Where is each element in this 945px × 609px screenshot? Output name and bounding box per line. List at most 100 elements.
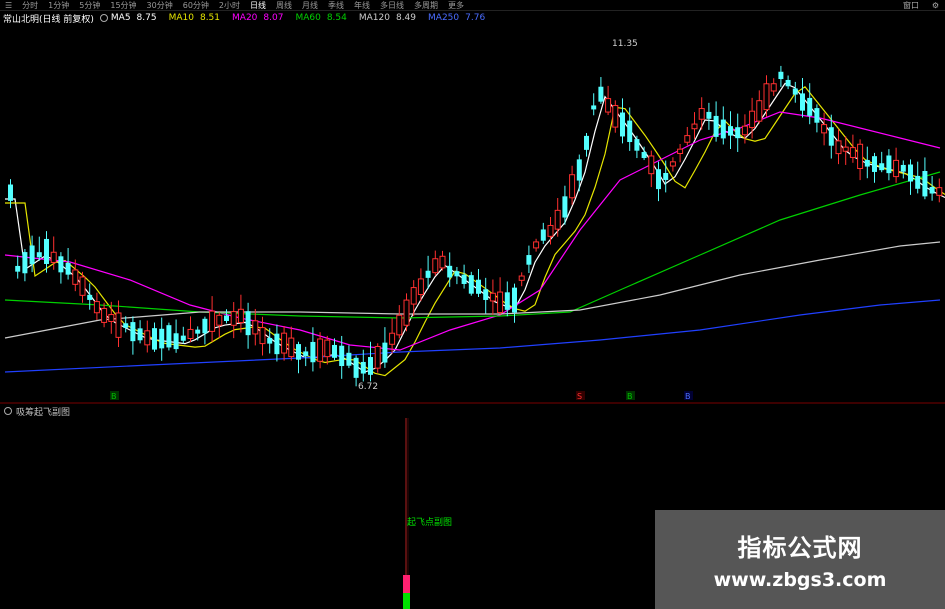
candlestick bbox=[159, 317, 165, 361]
candlestick bbox=[526, 245, 532, 274]
candlestick bbox=[893, 147, 900, 183]
candlestick bbox=[792, 81, 798, 103]
candlestick bbox=[130, 316, 136, 355]
svg-text:B: B bbox=[111, 392, 117, 401]
high-price-label: 11.35 bbox=[612, 39, 638, 49]
candlestick bbox=[454, 266, 460, 285]
candlestick bbox=[814, 104, 820, 133]
candlestick bbox=[230, 302, 237, 339]
candlestick bbox=[87, 283, 93, 310]
candlestick bbox=[389, 318, 396, 354]
candlestick bbox=[180, 326, 186, 344]
candlestick bbox=[540, 222, 546, 244]
candlestick bbox=[374, 343, 381, 373]
candlestick bbox=[216, 312, 223, 338]
candlestick bbox=[432, 250, 439, 276]
candlestick bbox=[547, 217, 554, 245]
signal-marker: B bbox=[110, 391, 119, 401]
candlestick bbox=[346, 345, 352, 369]
candlestick bbox=[288, 326, 295, 361]
signal-marker: B bbox=[684, 391, 693, 401]
candlestick bbox=[584, 132, 589, 157]
candlestick bbox=[929, 176, 935, 201]
indicator-name: 吸筹起飞副图 bbox=[16, 407, 71, 418]
candlestick bbox=[497, 277, 504, 315]
candlestick bbox=[656, 161, 661, 202]
candlestick bbox=[483, 277, 489, 314]
svg-text:B: B bbox=[685, 392, 691, 401]
candlestick bbox=[65, 247, 71, 280]
candlestick bbox=[410, 280, 417, 316]
ma5-line bbox=[5, 82, 945, 373]
candlestick bbox=[569, 165, 576, 205]
candlestick bbox=[281, 326, 288, 361]
candlestick bbox=[648, 150, 655, 188]
candlestick bbox=[166, 322, 172, 351]
candlestick bbox=[915, 161, 921, 194]
candlestick bbox=[22, 249, 28, 282]
candlestick bbox=[533, 238, 540, 252]
indicator-settings-icon[interactable] bbox=[4, 407, 12, 415]
candlestick bbox=[922, 157, 928, 200]
candlestick bbox=[115, 300, 122, 348]
candlestick bbox=[706, 102, 712, 130]
watermark-url: www.zbgs3.com bbox=[713, 569, 887, 591]
indicator-header: 吸筹起飞副图 bbox=[0, 404, 70, 418]
candlestick bbox=[36, 236, 42, 261]
candlestick bbox=[770, 78, 777, 96]
candlestick bbox=[849, 134, 856, 163]
candlestick bbox=[489, 279, 496, 315]
candlestick bbox=[554, 197, 561, 237]
candlestick bbox=[152, 322, 157, 352]
candlestick bbox=[634, 135, 640, 159]
candlestick bbox=[101, 302, 108, 328]
candlestick bbox=[476, 269, 481, 297]
candlestick bbox=[728, 111, 733, 150]
candlestick bbox=[821, 112, 828, 146]
candlestick bbox=[209, 296, 216, 342]
watermark: 指标公式网 www.zbgs3.com bbox=[655, 510, 945, 609]
candlestick bbox=[58, 252, 64, 284]
candlestick bbox=[274, 324, 280, 362]
candlestick bbox=[224, 309, 229, 324]
candlestick bbox=[382, 327, 388, 368]
low-price-label: 6.72 bbox=[358, 382, 378, 392]
indicator-signal-text: 起飞点副图 bbox=[407, 517, 452, 528]
candlestick bbox=[879, 151, 885, 173]
candlestick bbox=[439, 250, 446, 271]
candlestick bbox=[627, 107, 633, 151]
ma60-line bbox=[4, 171, 941, 319]
candlestick bbox=[698, 97, 705, 130]
candlestick bbox=[202, 316, 208, 345]
candlestick bbox=[245, 302, 251, 349]
candlestick bbox=[900, 160, 906, 179]
candlestick bbox=[778, 65, 784, 87]
indicator-bar-red bbox=[403, 575, 410, 593]
candlestick bbox=[857, 139, 864, 181]
candlestick bbox=[173, 319, 179, 353]
candlestick bbox=[807, 83, 813, 125]
candlestick bbox=[864, 146, 870, 179]
candlestick bbox=[93, 292, 100, 321]
candlestick bbox=[267, 328, 273, 354]
candlestick bbox=[663, 160, 669, 193]
candlestick bbox=[591, 93, 597, 116]
candlestick bbox=[396, 305, 403, 339]
indicator-bar-green bbox=[403, 593, 410, 609]
candlestick bbox=[936, 178, 943, 203]
candlestick bbox=[332, 338, 337, 361]
candlestick bbox=[605, 85, 612, 116]
signal-marker: S bbox=[576, 391, 585, 401]
candlestick bbox=[15, 255, 21, 279]
candlestick bbox=[691, 112, 698, 140]
candlestick bbox=[612, 100, 619, 133]
signal-marker: B bbox=[626, 391, 635, 401]
candlestick bbox=[512, 283, 517, 323]
candlestick bbox=[461, 264, 467, 289]
candlestick bbox=[187, 316, 194, 343]
candlestick bbox=[785, 75, 791, 90]
candlestick bbox=[137, 320, 143, 344]
candlestick bbox=[713, 101, 719, 142]
candlestick bbox=[872, 152, 877, 183]
candlestick bbox=[620, 98, 625, 144]
